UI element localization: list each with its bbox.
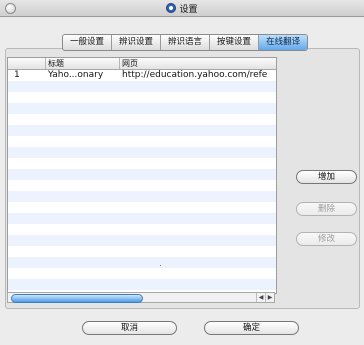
translation-sites-table[interactable]: 标题 网页 1 Yaho...onary http://education.ya… (7, 57, 277, 294)
stray-dot (160, 265, 161, 266)
table-row-empty (8, 103, 276, 114)
table-row-empty (8, 235, 276, 246)
table-body: 1 Yaho...onary http://education.yahoo.co… (8, 70, 276, 290)
scroll-right-arrow-icon[interactable]: ▶ (265, 293, 274, 302)
column-header-index (8, 58, 46, 69)
scroll-arrows: ◀ ▶ (256, 293, 274, 302)
table-row-empty (8, 191, 276, 202)
app-icon (166, 3, 177, 13)
table-row-empty (8, 169, 276, 180)
title-bar: 设置 (0, 0, 364, 17)
table-row-empty (8, 125, 276, 136)
cancel-button[interactable]: 取消 (82, 321, 177, 335)
horizontal-scrollbar[interactable]: ◀ ▶ (7, 292, 275, 303)
row-index: 1 (14, 70, 20, 80)
table-row-empty (8, 136, 276, 147)
window-title-text: 设置 (179, 5, 198, 15)
table-row-empty (8, 246, 276, 257)
table-row-empty (8, 147, 276, 158)
table-row-empty (8, 257, 276, 268)
table-row-empty (8, 158, 276, 169)
tab-online-translation[interactable]: 在线翻译 (259, 35, 308, 50)
edit-button[interactable]: 修改 (296, 232, 357, 246)
table-row-empty (8, 213, 276, 224)
column-header-url[interactable]: 网页 (120, 58, 276, 69)
tab-key-settings[interactable]: 按键设置 (210, 35, 260, 50)
tab-recognition-settings[interactable]: 辨识设置 (112, 35, 162, 50)
tab-bar: 一般设置 辨识设置 辨识语言 按键设置 在线翻译 (62, 34, 309, 51)
table-row-empty (8, 81, 276, 92)
column-header-title[interactable]: 标题 (46, 58, 120, 69)
table-row-empty (8, 268, 276, 279)
scroll-left-arrow-icon[interactable]: ◀ (256, 293, 265, 302)
table-row[interactable]: 1 Yaho...onary http://education.yahoo.co… (8, 70, 276, 81)
table-row-empty (8, 279, 276, 290)
table-row-empty (8, 180, 276, 191)
ok-button[interactable]: 确定 (204, 321, 299, 335)
row-title: Yaho...onary (48, 70, 104, 80)
table-row-empty (8, 224, 276, 235)
table-row-empty (8, 114, 276, 125)
row-url: http://education.yahoo.com/refe (122, 70, 268, 80)
tab-general-settings[interactable]: 一般设置 (63, 35, 113, 50)
window-title: 设置 (0, 2, 364, 15)
delete-button[interactable]: 删除 (296, 202, 357, 216)
table-row-empty (8, 202, 276, 213)
table-header: 标题 网页 (8, 58, 276, 70)
scrollbar-thumb[interactable] (11, 294, 143, 303)
tab-recognition-language[interactable]: 辨识语言 (161, 35, 211, 50)
table-row-empty (8, 92, 276, 103)
add-button[interactable]: 增加 (296, 170, 357, 184)
